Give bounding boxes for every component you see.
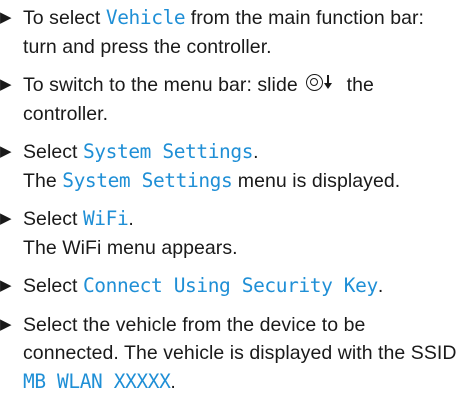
result-text: The <box>23 169 63 192</box>
step-text: . <box>128 208 134 230</box>
step-text: . <box>170 370 176 393</box>
step-text: . <box>253 141 259 163</box>
ui-term-vehicle: Vehicle <box>105 6 186 29</box>
instruction-step-wifi: ▶ Select WiFi. The WiFi menu appears. <box>0 205 461 262</box>
slide-down-controller-icon <box>305 74 339 94</box>
triangle-right-icon: ▶ <box>0 210 12 227</box>
triangle-right-icon: ▶ <box>0 277 12 294</box>
step-text: To switch to the menu bar: slide <box>23 74 304 96</box>
instruction-step-connect-security-key: ▶ Select Connect Using Security Key. <box>0 272 461 301</box>
step-text: To select <box>23 7 106 29</box>
ui-term-connect-using-security-key: Connect Using Security Key <box>82 274 378 297</box>
triangle-right-icon: ▶ <box>0 315 12 333</box>
ui-term-ssid: MB WLAN XXXXX <box>23 369 171 393</box>
instruction-step-select-vehicle-device: ▶ Select the vehicle from the device to … <box>0 311 461 397</box>
step-text: Select the vehicle from the device to be… <box>23 313 457 365</box>
instruction-step-switch-menu-bar: ▶ To switch to the menu bar: slide the c… <box>0 71 461 128</box>
instruction-step-select-vehicle: ▶ To select Vehicle from the main functi… <box>0 4 461 61</box>
step-result: The WiFi menu appears. <box>23 236 238 259</box>
instruction-step-system-settings: ▶ Select System Settings. The System Set… <box>0 138 461 195</box>
ui-term-system-settings: System Settings <box>62 168 233 192</box>
step-text: Select <box>23 275 83 297</box>
ui-term-system-settings: System Settings <box>82 140 254 163</box>
step-result: The System Settings menu is displayed. <box>23 167 461 196</box>
instruction-list: ▶ To select Vehicle from the main functi… <box>0 4 461 406</box>
step-text: . <box>377 275 384 297</box>
ui-term-wifi: WiFi <box>82 207 129 230</box>
triangle-right-icon: ▶ <box>0 76 12 93</box>
triangle-right-icon: ▶ <box>0 143 12 160</box>
result-text: menu is displayed. <box>232 169 401 192</box>
step-text: Select <box>23 208 83 230</box>
step-text: Select <box>23 141 83 163</box>
triangle-right-icon: ▶ <box>0 9 12 26</box>
